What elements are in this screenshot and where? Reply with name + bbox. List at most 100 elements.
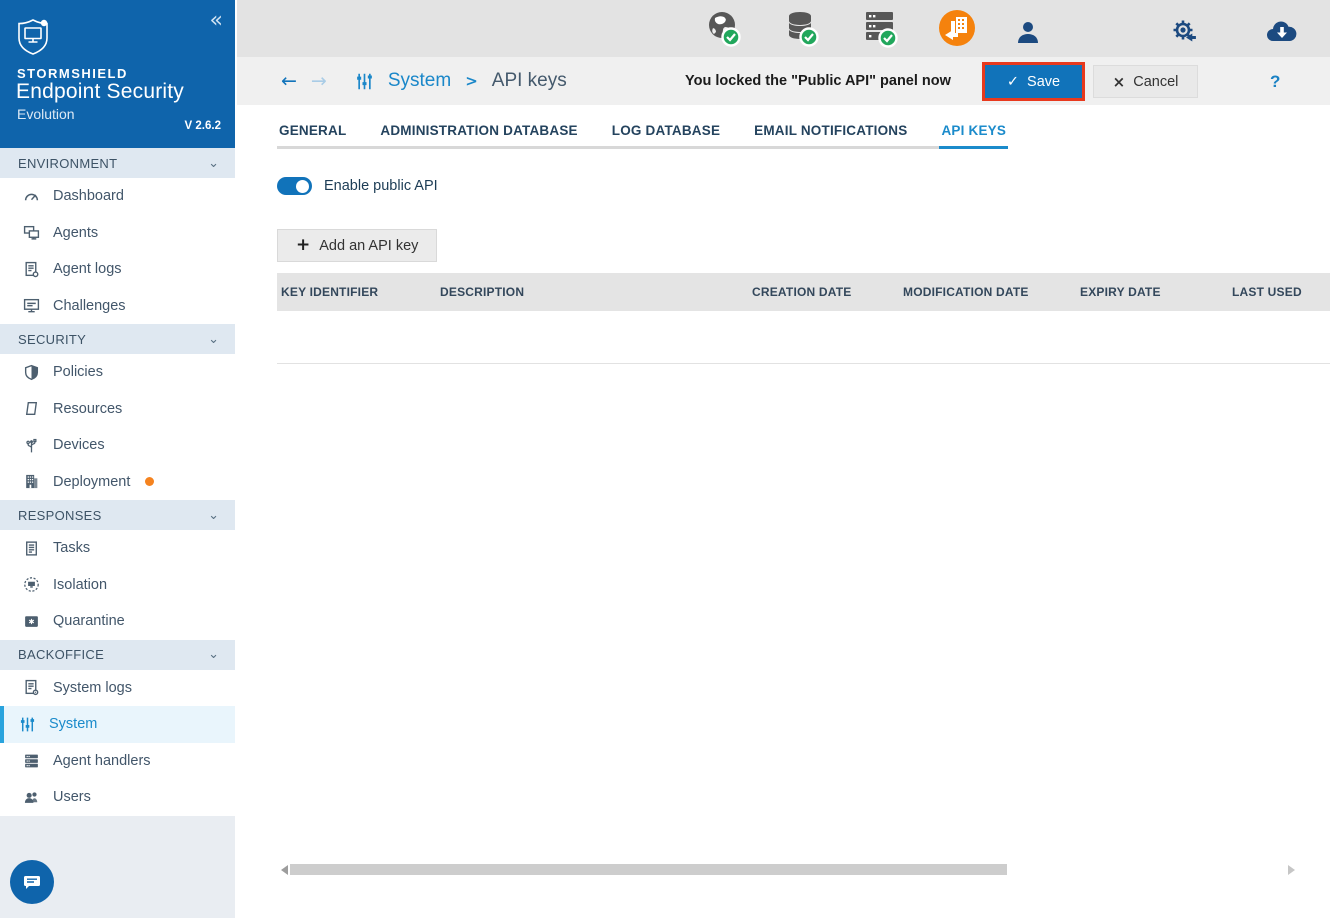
sidebar-item-label: Users <box>53 789 91 806</box>
api-keys-table: KEY IDENTIFIER DESCRIPTION CREATION DATE… <box>277 273 1330 364</box>
sidebar-item-label: Quarantine <box>53 613 125 630</box>
sidebar-section-responses[interactable]: RESPONSES ⌄ <box>0 500 235 530</box>
section-label: BACKOFFICE <box>18 647 105 662</box>
chat-bubble-icon <box>21 871 43 893</box>
add-api-key-button[interactable]: + Add an API key <box>277 229 438 262</box>
sidebar-item-system-logs[interactable]: System logs <box>0 669 235 706</box>
action-bar: ← → System > API keys You locked the "Pu… <box>237 57 1330 105</box>
deployment-sync-status-icon[interactable] <box>938 9 976 49</box>
database-status-icon[interactable] <box>783 9 821 49</box>
deployment-notification-dot <box>145 477 155 487</box>
forward-button[interactable]: → <box>311 71 327 91</box>
sidebar-item-label: Devices <box>53 437 105 454</box>
scrollbar-thumb[interactable] <box>290 864 1007 875</box>
policies-shield-icon <box>22 363 40 381</box>
help-button[interactable]: ? <box>1270 65 1280 98</box>
sidebar-header: « STORMSHIELD Endpoint Security Evolutio… <box>0 0 235 148</box>
enable-public-api-row: Enable public API <box>277 177 1330 195</box>
deployment-building-icon <box>22 473 40 491</box>
sidebar-item-system[interactable]: System <box>0 706 235 743</box>
sidebar-collapse-button[interactable]: « <box>210 10 223 32</box>
sidebar-item-tasks[interactable]: Tasks <box>0 530 235 567</box>
system-sliders-icon <box>18 715 36 733</box>
column-creation-date[interactable]: CREATION DATE <box>748 273 899 311</box>
stormshield-logo-icon <box>17 18 51 56</box>
sidebar-section-backoffice[interactable]: BACKOFFICE ⌄ <box>0 639 235 670</box>
sidebar-item-challenges[interactable]: Challenges <box>0 287 235 324</box>
internet-status-icon[interactable] <box>705 9 743 49</box>
sidebar-item-label: Agents <box>53 224 99 241</box>
chevron-down-icon: ⌄ <box>208 647 219 662</box>
quarantine-virus-icon <box>22 612 40 630</box>
agent-handlers-server-icon <box>22 752 40 770</box>
column-modification-date[interactable]: MODIFICATION DATE <box>899 273 1076 311</box>
user-account-icon[interactable] <box>1009 13 1047 53</box>
sidebar-item-agent-logs[interactable]: Agent logs <box>0 251 235 288</box>
column-expiry-date[interactable]: EXPIRY DATE <box>1076 273 1228 311</box>
column-last-used[interactable]: LAST USED <box>1228 273 1330 311</box>
sidebar-item-agent-handlers[interactable]: Agent handlers <box>0 742 235 779</box>
devices-usb-icon <box>22 436 40 454</box>
feedback-chat-button[interactable] <box>10 860 54 904</box>
sidebar-item-quarantine[interactable]: Quarantine <box>0 603 235 640</box>
tab-email-notifications[interactable]: EMAIL NOTIFICATIONS <box>752 114 909 149</box>
sidebar-item-label: Tasks <box>53 540 91 557</box>
sidebar-item-label: Challenges <box>53 297 126 314</box>
sidebar-item-label: Policies <box>53 364 103 381</box>
product-name: Endpoint Security <box>16 80 184 103</box>
sidebar-item-agents[interactable]: Agents <box>0 214 235 251</box>
cancel-button[interactable]: × Cancel <box>1093 65 1198 98</box>
plus-icon: + <box>296 235 311 255</box>
app-window: « STORMSHIELD Endpoint Security Evolutio… <box>0 0 1330 918</box>
toggle-knob <box>296 179 309 193</box>
cloud-download-icon[interactable] <box>1263 13 1301 53</box>
column-description[interactable]: DESCRIPTION <box>436 273 748 311</box>
sidebar-item-resources[interactable]: Resources <box>0 390 235 427</box>
agent-logs-document-icon <box>22 260 40 278</box>
column-key-identifier[interactable]: KEY IDENTIFIER <box>277 273 436 311</box>
sidebar-item-label: Agent logs <box>53 261 122 278</box>
tab-api-keys[interactable]: API KEYS <box>939 114 1009 149</box>
sidebar-item-policies[interactable]: Policies <box>0 354 235 391</box>
tasks-clipboard-icon <box>22 539 40 557</box>
sidebar-item-label: Dashboard <box>53 188 124 205</box>
scroll-right-arrow-icon[interactable] <box>1288 865 1295 875</box>
save-button[interactable]: ✓ Save <box>982 62 1085 101</box>
challenges-monitor-icon <box>22 297 40 315</box>
horizontal-scrollbar <box>281 863 1295 877</box>
agent-handler-status-icon[interactable] <box>862 9 900 49</box>
lock-notification-text: You locked the "Public API" panel now <box>685 73 951 89</box>
version-label: V 2.6.2 <box>184 120 221 132</box>
sidebar-section-environment[interactable]: ENVIRONMENT ⌄ <box>0 148 235 178</box>
back-button[interactable]: ← <box>281 71 297 91</box>
brand-name: STORMSHIELD <box>17 66 128 81</box>
api-keys-panel: GENERAL ADMINISTRATION DATABASE LOG DATA… <box>237 105 1330 918</box>
tab-log-database[interactable]: LOG DATABASE <box>610 114 722 149</box>
empty-table-row <box>277 311 1330 364</box>
dashboard-gauge-icon <box>22 187 40 205</box>
sidebar: « STORMSHIELD Endpoint Security Evolutio… <box>0 0 235 918</box>
enable-public-api-toggle[interactable] <box>277 177 312 195</box>
sidebar-item-label: Agent handlers <box>53 752 151 769</box>
sidebar-item-deployment[interactable]: Deployment <box>0 463 235 500</box>
section-label: ENVIRONMENT <box>18 155 118 171</box>
sidebar-item-dashboard[interactable]: Dashboard <box>0 178 235 215</box>
chevron-down-icon: ⌄ <box>208 155 219 171</box>
top-status-bar <box>237 0 1330 57</box>
sidebar-item-label: Deployment <box>53 473 131 490</box>
sidebar-section-security[interactable]: SECURITY ⌄ <box>0 324 235 354</box>
agents-monitors-icon <box>22 224 40 242</box>
users-people-icon <box>22 788 40 806</box>
tab-general[interactable]: GENERAL <box>277 114 348 149</box>
table-header-row: KEY IDENTIFIER DESCRIPTION CREATION DATE… <box>277 273 1330 311</box>
section-label: SECURITY <box>18 331 87 347</box>
sidebar-item-isolation[interactable]: Isolation <box>0 566 235 603</box>
sidebar-item-devices[interactable]: Devices <box>0 427 235 464</box>
tab-administration-database[interactable]: ADMINISTRATION DATABASE <box>378 114 579 149</box>
breadcrumb-current: API keys <box>491 70 567 91</box>
sidebar-item-users[interactable]: Users <box>0 779 235 816</box>
scroll-left-arrow-icon[interactable] <box>281 865 288 875</box>
settings-tabs: GENERAL ADMINISTRATION DATABASE LOG DATA… <box>277 114 1009 149</box>
breadcrumb-parent[interactable]: System <box>388 70 451 92</box>
external-services-icon[interactable] <box>1167 13 1205 53</box>
